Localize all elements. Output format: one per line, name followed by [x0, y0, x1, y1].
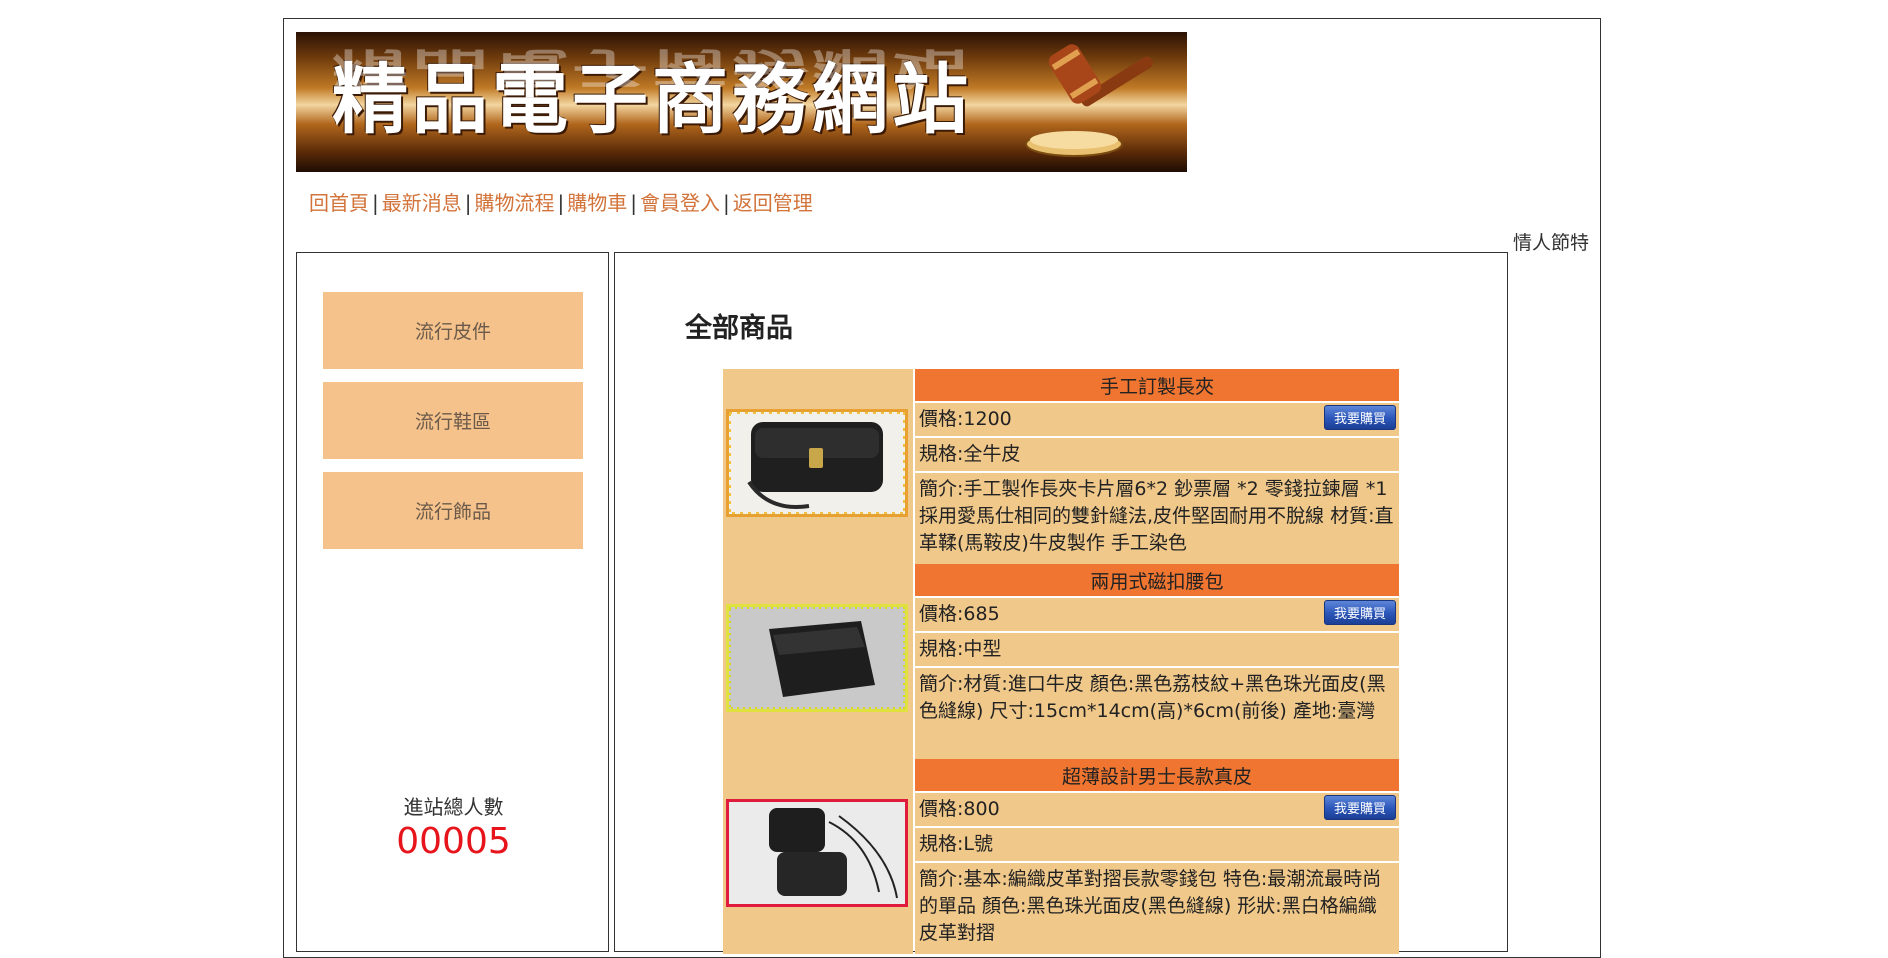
product-photo[interactable]: [726, 409, 908, 517]
nav-member-login[interactable]: 會員登入: [640, 191, 720, 215]
marquee-text: 情人節特: [1513, 232, 1590, 254]
long-wallet-image: [729, 802, 905, 904]
product-item: 手工訂製長夾 價格:1200 規格:全牛皮 簡介:手工製作長夾卡片層6*2 鈔票…: [723, 369, 1399, 564]
nav-back-to-admin[interactable]: 返回管理: [733, 191, 813, 215]
product-photo[interactable]: [726, 799, 908, 907]
buy-button[interactable]: 我要購買: [1324, 600, 1396, 625]
category-shoes[interactable]: 流行鞋區: [323, 382, 583, 459]
nav-separator: |: [372, 191, 379, 215]
product-info: 超薄設計男士長款真皮 價格:800 規格:L號 簡介:基本:編織皮革對摺長款零錢…: [915, 759, 1399, 954]
product-spec: 規格:L號: [915, 826, 1399, 861]
leather-wallet-image: [729, 412, 905, 514]
product-image-cell: [723, 369, 913, 564]
gavel-icon: [1025, 44, 1153, 157]
buy-button[interactable]: 我要購買: [1324, 405, 1396, 430]
nav-news[interactable]: 最新消息: [382, 191, 462, 215]
nav-separator: |: [464, 191, 472, 215]
product-spec: 規格:中型: [915, 631, 1399, 666]
visitor-counter-value: 00005: [396, 821, 511, 862]
product-info: 兩用式磁扣腰包 價格:685 規格:中型 簡介:材質:進口牛皮 顏色:黑色荔枝紋…: [915, 564, 1399, 759]
product-item: 兩用式磁扣腰包 價格:685 規格:中型 簡介:材質:進口牛皮 顏色:黑色荔枝紋…: [723, 564, 1399, 759]
product-spec: 規格:全牛皮: [915, 436, 1399, 471]
buy-button[interactable]: 我要購買: [1324, 795, 1396, 820]
main-content: 全部商品 手工訂製長夾 價格:1200 規格:全牛皮 簡介:手工製作長夾卡片層6…: [614, 252, 1508, 954]
visitor-counter-label: 進站總人數: [403, 795, 504, 819]
nav-home[interactable]: 回首頁: [309, 191, 369, 215]
top-nav: 回首頁 | 最新消息 | 購物流程 | 購物車 | 會員登入 | 返回管理: [309, 187, 813, 216]
product-info: 手工訂製長夾 價格:1200 規格:全牛皮 簡介:手工製作長夾卡片層6*2 鈔票…: [915, 369, 1399, 564]
nav-separator: |: [723, 191, 730, 215]
product-description: 簡介:材質:進口牛皮 顏色:黑色荔枝紋+黑色珠光面皮(黑色縫線) 尺寸:15cm…: [915, 666, 1399, 759]
page-title: 全部商品: [685, 313, 793, 344]
product-description: 簡介:基本:編織皮革對摺長款零錢包 特色:最潮流最時尚的單品 顏色:黑色珠光面皮…: [915, 861, 1399, 954]
product-item: 超薄設計男士長款真皮 價格:800 規格:L號 簡介:基本:編織皮革對摺長款零錢…: [723, 759, 1399, 954]
product-description: 簡介:手工製作長夾卡片層6*2 鈔票層 *2 零錢拉鍊層 *1 採用愛馬仕相同的…: [915, 471, 1399, 564]
nav-separator: |: [630, 191, 637, 215]
product-name[interactable]: 超薄設計男士長款真皮: [915, 759, 1399, 791]
category-accessories[interactable]: 流行飾品: [323, 472, 583, 549]
category-leather-goods[interactable]: 流行皮件: [323, 292, 583, 369]
product-image-cell: [723, 759, 913, 954]
product-list: 手工訂製長夾 價格:1200 規格:全牛皮 簡介:手工製作長夾卡片層6*2 鈔票…: [723, 369, 1399, 954]
nav-cart[interactable]: 購物車: [567, 191, 627, 215]
nav-shopping-process[interactable]: 購物流程: [475, 191, 555, 215]
nav-separator: |: [557, 191, 565, 215]
product-name[interactable]: 兩用式磁扣腰包: [915, 564, 1399, 596]
product-photo[interactable]: [726, 604, 908, 712]
product-name[interactable]: 手工訂製長夾: [915, 369, 1399, 401]
sidebar: 流行皮件 流行鞋區 流行飾品 進站總人數 00005: [296, 252, 609, 952]
waist-bag-image: [729, 607, 905, 709]
banner-title-reflection: 精品電子商務網站: [332, 43, 972, 93]
product-image-cell: [723, 564, 913, 759]
site-banner[interactable]: 精品電子商務網站 精品電子商務網站: [296, 32, 1187, 172]
